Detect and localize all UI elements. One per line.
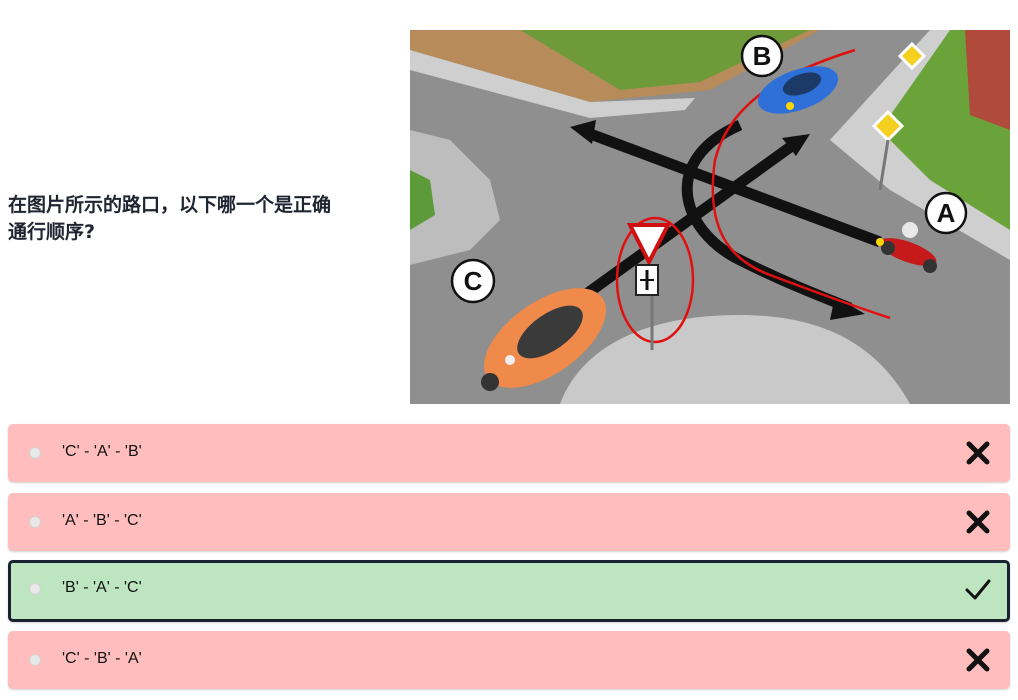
answer-option-label: 'A' - 'B' - 'C' <box>62 512 142 529</box>
svg-text:A: A <box>937 198 956 228</box>
answer-option-2[interactable]: 'A' - 'B' - 'C' <box>8 493 1010 551</box>
radio-icon[interactable] <box>29 654 41 666</box>
label-c: C <box>450 258 496 304</box>
question-line-1: 在图片所示的路口，以下哪一个是正确 <box>8 194 332 216</box>
answer-options: 'C' - 'A' - 'B' 'A' - 'B' - 'C' 'B' - 'A… <box>8 424 1010 700</box>
radio-icon[interactable] <box>29 583 41 595</box>
svg-text:C: C <box>464 266 483 296</box>
answer-option-label: 'C' - 'A' - 'B' <box>62 443 142 460</box>
label-a: A <box>924 191 968 235</box>
answer-option-1[interactable]: 'C' - 'A' - 'B' <box>8 424 1010 482</box>
svg-text:B: B <box>753 41 772 71</box>
question-line-2: 通行顺序? <box>8 221 96 243</box>
answer-option-label: 'B' - 'A' - 'C' <box>62 579 142 596</box>
radio-icon[interactable] <box>29 516 41 528</box>
question-text: 在图片所示的路口，以下哪一个是正确 通行顺序? <box>8 192 403 246</box>
house-roof <box>965 30 1010 130</box>
check-icon <box>965 579 991 600</box>
radio-icon[interactable] <box>29 447 41 459</box>
cross-icon <box>966 510 990 534</box>
cross-icon <box>966 648 990 672</box>
cross-icon <box>966 441 990 465</box>
answer-option-3[interactable]: 'B' - 'A' - 'C' <box>8 560 1010 622</box>
label-b: B <box>740 34 784 78</box>
answer-option-4[interactable]: 'C' - 'B' - 'A' <box>8 631 1010 689</box>
answer-option-label: 'C' - 'B' - 'A' <box>62 650 142 667</box>
intersection-illustration: B A C <box>410 30 1010 404</box>
